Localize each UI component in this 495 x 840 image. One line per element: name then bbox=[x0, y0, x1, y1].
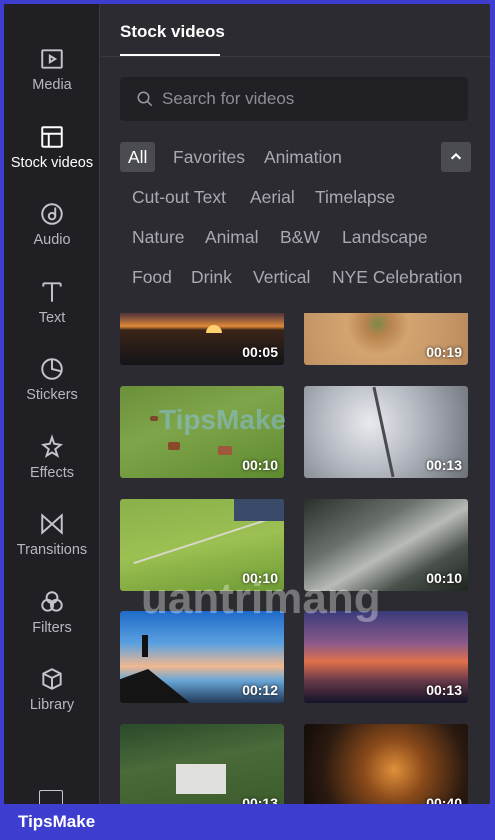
stickers-icon bbox=[41, 358, 63, 380]
stock-videos-panel: Stock videos All Favorites Animation Cut… bbox=[101, 4, 490, 804]
category-chip-timelapse[interactable]: Timelapse bbox=[315, 182, 395, 212]
sidebar: Media Stock videos Audio Text Stickers E… bbox=[4, 4, 100, 804]
video-duration: 00:19 bbox=[426, 344, 462, 360]
video-duration: 00:10 bbox=[426, 570, 462, 586]
text-icon bbox=[42, 282, 62, 302]
chevron-up-icon bbox=[450, 152, 462, 160]
video-thumbnail[interactable]: 00:13 bbox=[304, 611, 468, 703]
library-icon bbox=[42, 668, 62, 690]
video-thumbnail[interactable]: 00:13 bbox=[304, 386, 468, 478]
category-chip-drink[interactable]: Drink bbox=[191, 262, 232, 292]
footer-bar: TipsMake bbox=[0, 804, 495, 840]
cow-shape bbox=[218, 446, 232, 455]
category-chip-bw[interactable]: B&W bbox=[280, 222, 320, 252]
sidebar-item-label: Filters bbox=[32, 620, 72, 636]
filters-icon bbox=[41, 591, 63, 612]
page-title: Stock videos bbox=[120, 22, 225, 41]
video-duration: 00:13 bbox=[242, 795, 278, 804]
sidebar-item-label: Effects bbox=[29, 465, 75, 481]
sidebar-item-label: Stock videos bbox=[10, 155, 94, 171]
category-chip-animation[interactable]: Animation bbox=[264, 142, 342, 172]
category-chip-favorites[interactable]: Favorites bbox=[173, 142, 245, 172]
sidebar-item-media[interactable]: Media bbox=[4, 24, 100, 94]
sun-shape bbox=[206, 325, 222, 333]
video-thumbnail[interactable]: 00:12 bbox=[120, 611, 284, 703]
castle-shape bbox=[176, 764, 226, 794]
collapse-categories-button[interactable] bbox=[441, 142, 471, 172]
cow-shape bbox=[168, 442, 180, 450]
sidebar-item-text[interactable]: Text bbox=[4, 257, 100, 327]
video-thumbnail[interactable]: 00:10 bbox=[120, 499, 284, 591]
stock-videos-icon bbox=[41, 126, 63, 148]
sidebar-item-stickers[interactable]: Stickers bbox=[4, 334, 100, 404]
video-thumbnail[interactable]: 00:19 bbox=[304, 313, 468, 365]
category-chip-cut-out-text[interactable]: Cut-out Text bbox=[132, 182, 226, 212]
video-thumbnail[interactable]: 00:13 bbox=[120, 724, 284, 804]
video-thumbnail[interactable]: 00:10 bbox=[120, 386, 284, 478]
editor-window: Media Stock videos Audio Text Stickers E… bbox=[4, 4, 490, 804]
category-chip-food[interactable]: Food bbox=[132, 262, 172, 292]
road-shape bbox=[133, 515, 277, 565]
category-chip-nye-celebration[interactable]: NYE Celebration bbox=[332, 262, 462, 292]
video-duration: 00:40 bbox=[426, 795, 462, 804]
sidebar-item-filters[interactable]: Filters bbox=[4, 567, 100, 637]
search-icon bbox=[137, 91, 153, 107]
sidebar-item-stock-videos[interactable]: Stock videos bbox=[4, 102, 100, 172]
sidebar-item-label: Library bbox=[29, 697, 75, 713]
category-chip-aerial[interactable]: Aerial bbox=[250, 182, 295, 212]
transitions-icon bbox=[41, 513, 63, 535]
sidebar-item-library[interactable]: Library bbox=[4, 644, 100, 714]
sidebar-item-label: Text bbox=[38, 310, 66, 326]
video-duration: 00:13 bbox=[426, 682, 462, 698]
search-input[interactable] bbox=[162, 89, 452, 109]
video-duration: 00:10 bbox=[242, 570, 278, 586]
video-thumbnail[interactable]: 00:05 bbox=[120, 313, 284, 365]
category-chip-nature[interactable]: Nature bbox=[132, 222, 185, 252]
video-duration: 00:05 bbox=[242, 344, 278, 360]
mountain-shape bbox=[234, 499, 284, 521]
category-chip-animal[interactable]: Animal bbox=[205, 222, 259, 252]
video-thumbnail[interactable]: 00:40 bbox=[304, 724, 468, 804]
sidebar-item-label: Stickers bbox=[26, 387, 78, 403]
effects-icon bbox=[41, 434, 63, 458]
video-grid: 00:05 00:19 00:10 00:13 00:10 00:10 00:1… bbox=[101, 313, 490, 804]
brand-label: TipsMake bbox=[18, 812, 96, 831]
video-duration: 00:10 bbox=[242, 457, 278, 473]
sidebar-item-audio[interactable]: Audio bbox=[4, 179, 100, 249]
keyboard-icon[interactable] bbox=[39, 790, 63, 804]
media-icon bbox=[41, 49, 63, 69]
sidebar-item-effects[interactable]: Effects bbox=[4, 412, 100, 482]
person-silhouette bbox=[142, 635, 148, 657]
category-chip-all[interactable]: All bbox=[120, 142, 156, 172]
category-chip-vertical[interactable]: Vertical bbox=[253, 262, 310, 292]
sidebar-item-label: Transitions bbox=[16, 542, 88, 558]
video-duration: 00:13 bbox=[426, 457, 462, 473]
search-box[interactable] bbox=[120, 77, 468, 121]
tree-trunk-shape bbox=[372, 386, 395, 478]
video-thumbnail[interactable]: 00:10 bbox=[304, 499, 468, 591]
rock-shape bbox=[120, 669, 190, 703]
sidebar-item-label: Media bbox=[32, 77, 72, 93]
category-chip-landscape[interactable]: Landscape bbox=[342, 222, 428, 252]
sidebar-item-transitions[interactable]: Transitions bbox=[4, 489, 100, 559]
header-divider bbox=[101, 56, 490, 57]
cow-shape bbox=[150, 416, 158, 421]
video-duration: 00:12 bbox=[242, 682, 278, 698]
sidebar-item-label: Audio bbox=[33, 232, 71, 248]
audio-icon bbox=[41, 203, 63, 225]
